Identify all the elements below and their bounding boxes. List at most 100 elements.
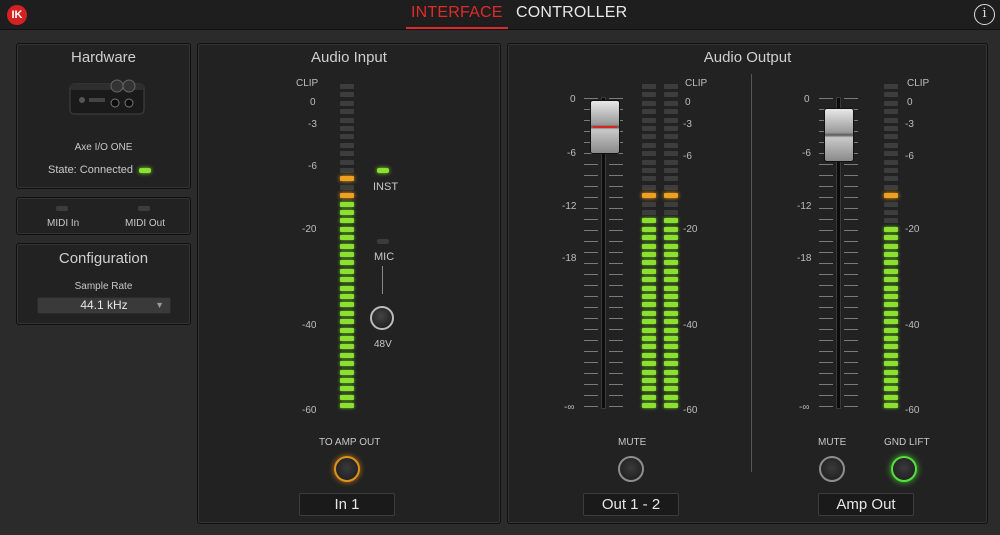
amp-meter-scale-0: 0 — [907, 97, 913, 108]
fader-tick — [584, 252, 598, 253]
meter-segment — [884, 84, 898, 89]
meter-segment — [340, 226, 354, 232]
meter-segment — [642, 109, 656, 115]
meter-segment — [664, 327, 678, 333]
tab-interface[interactable]: INTERFACE — [406, 4, 508, 29]
fader-tick — [819, 197, 833, 198]
info-icon[interactable]: i — [974, 4, 995, 25]
meter-segment — [664, 235, 678, 241]
meter-segment — [340, 319, 354, 325]
sample-rate-select[interactable]: 44.1 kHz ▼ — [37, 297, 171, 314]
meter-segment — [884, 218, 898, 224]
fader-tick — [819, 241, 833, 242]
amp-fader-scale-18: -18 — [797, 253, 812, 264]
out12-mute-button[interactable] — [618, 456, 644, 482]
meter-segment — [642, 142, 656, 148]
meter-segment — [340, 92, 354, 98]
meter-segment — [642, 134, 656, 140]
input-scale-60: -60 — [302, 405, 317, 416]
meter-segment — [642, 327, 656, 333]
meter-segment — [340, 310, 354, 316]
fader-tick — [819, 219, 833, 220]
meter-segment — [642, 268, 656, 274]
fader-tick — [584, 197, 598, 198]
fader-tick — [609, 175, 623, 176]
fader-tick — [584, 395, 598, 396]
meter-segment — [884, 394, 898, 400]
fader-tick — [819, 263, 833, 264]
meter-segment — [884, 134, 898, 140]
meter-segment — [884, 327, 898, 333]
meter-segment — [664, 403, 678, 409]
fader-tick — [609, 252, 623, 253]
gnd-lift-button[interactable] — [891, 456, 917, 482]
meter-segment — [340, 403, 354, 409]
meter-segment — [884, 336, 898, 341]
fader-tick — [609, 406, 623, 407]
fader-tick — [819, 362, 833, 363]
meter-segment — [884, 168, 898, 173]
input-scale-20: -20 — [302, 224, 317, 235]
fader-tick — [844, 263, 858, 264]
fader-tick — [609, 219, 623, 220]
meter-segment — [664, 142, 678, 148]
fader-tick — [609, 384, 623, 385]
sample-rate-label: Sample Rate — [74, 281, 133, 292]
meter-segment — [884, 109, 898, 115]
fader-tick — [609, 340, 623, 341]
meter-segment — [340, 142, 354, 148]
device-image — [67, 76, 147, 118]
phantom-power-toggle[interactable] — [370, 306, 394, 330]
meter-segment — [642, 394, 656, 400]
meter-segment — [884, 285, 898, 291]
meter-segment — [884, 319, 898, 325]
meter-segment — [884, 403, 898, 409]
meter-segment — [664, 386, 678, 392]
fader-tick — [819, 329, 833, 330]
meter-segment — [340, 260, 354, 266]
fader-tick — [609, 307, 623, 308]
tab-controller[interactable]: CONTROLLER — [516, 4, 627, 22]
out12-fader-scale-12: -12 — [562, 201, 577, 212]
amp-meter-scale-60: -60 — [905, 405, 920, 416]
to-amp-label: TO AMP OUT — [319, 437, 381, 448]
meter-segment — [340, 193, 354, 199]
fader-tick — [609, 164, 623, 165]
meter-segment — [340, 235, 354, 241]
fader-tick — [584, 362, 598, 363]
out12-channel-name[interactable]: Out 1 - 2 — [583, 493, 679, 516]
fader-tick — [584, 208, 598, 209]
fader-tick — [609, 373, 623, 374]
out12-fader-scale-0: 0 — [570, 94, 576, 105]
fader-tick — [819, 373, 833, 374]
amp-fader-handle[interactable] — [824, 108, 854, 162]
input-channel-name[interactable]: In 1 — [299, 493, 395, 516]
meter-segment — [884, 302, 898, 308]
meter-segment — [340, 117, 354, 123]
fader-tick — [844, 98, 858, 99]
fader-tick — [584, 340, 598, 341]
meter-segment — [664, 285, 678, 291]
mic-label: MIC — [374, 251, 395, 263]
midi-out-label: MIDI Out — [125, 218, 166, 229]
meter-segment — [884, 226, 898, 232]
out12-fader-scale-6: -6 — [567, 148, 576, 159]
fader-tick — [584, 373, 598, 374]
meter-segment — [642, 403, 656, 409]
meter-segment — [340, 352, 354, 358]
meter-segment — [340, 126, 354, 131]
fader-tick — [584, 285, 598, 286]
out12-fader-handle[interactable] — [590, 100, 620, 154]
inst-led — [377, 168, 389, 173]
meter-segment — [340, 134, 354, 140]
fader-tick — [609, 186, 623, 187]
meter-segment — [664, 126, 678, 131]
amp-mute-button[interactable] — [819, 456, 845, 482]
fader-tick — [609, 230, 623, 231]
meter-segment — [642, 184, 656, 190]
meter-segment — [642, 344, 656, 350]
amp-channel-name[interactable]: Amp Out — [818, 493, 914, 516]
hardware-panel: Hardware Axe I/O ONE State: Connected — [16, 43, 191, 189]
meter-segment — [664, 117, 678, 123]
to-amp-out-button[interactable] — [334, 456, 360, 482]
